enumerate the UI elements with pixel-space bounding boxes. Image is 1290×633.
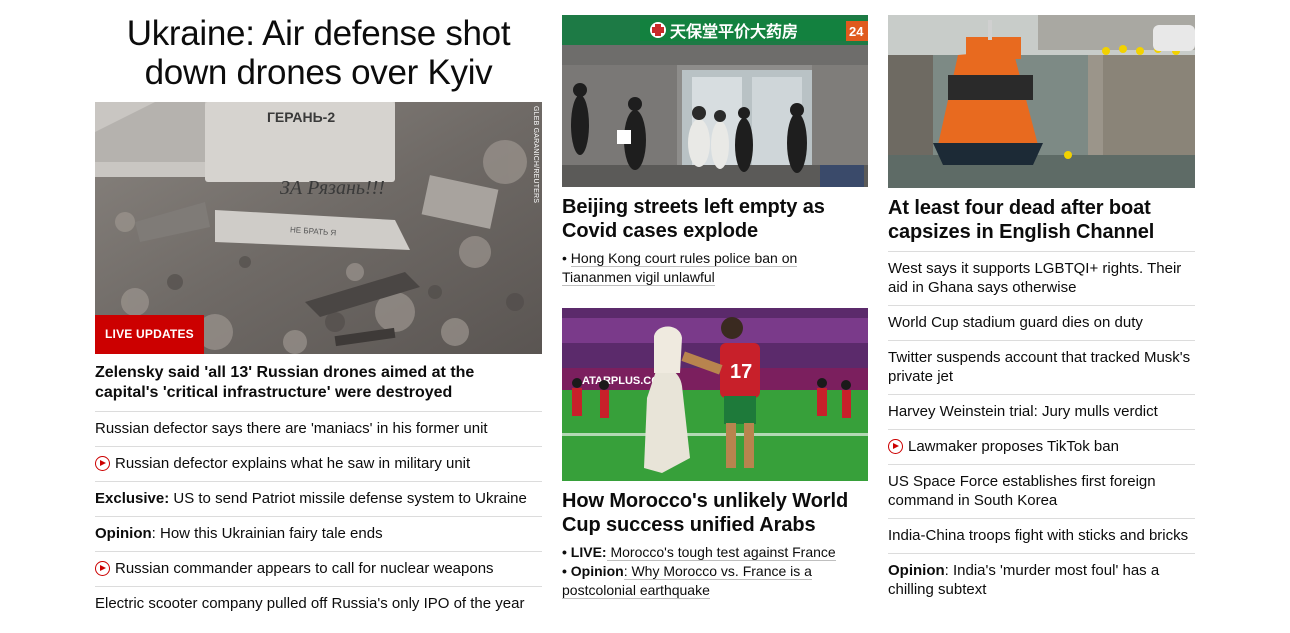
list-item[interactable]: Opinion: How this Ukrainian fairy tale e… xyxy=(95,517,542,552)
beijing-card: 天保堂平价大药房 24 Beijing streets left empty a… xyxy=(562,15,868,287)
list-item[interactable]: Lawmaker proposes TikTok ban xyxy=(888,430,1195,465)
link-text: Russian defector says there are 'maniacs… xyxy=(95,420,488,437)
link-text: : How this Ukrainian fairy tale ends xyxy=(151,525,383,542)
drone-marking-main: ЗА Рязань!!! xyxy=(280,177,385,199)
middle-column: 天保堂平价大药房 24 Beijing streets left empty a… xyxy=(562,0,868,599)
list-item[interactable]: Russian defector explains what he saw in… xyxy=(95,447,542,482)
link-text: Russian defector explains what he saw in… xyxy=(115,455,471,472)
link-text: Russian commander appears to call for nu… xyxy=(115,560,494,577)
drone-marking-top: ГЕРАНЬ-2 xyxy=(267,109,335,125)
play-circle-icon xyxy=(888,439,903,454)
boat-image[interactable] xyxy=(888,15,1195,188)
link-text: Morocco's tough test against France xyxy=(606,544,836,561)
lead-subhead[interactable]: Zelensky said 'all 13' Russian drones ai… xyxy=(95,363,542,412)
exclusive-label: Exclusive: xyxy=(95,490,170,507)
list-item[interactable]: Exclusive: US to send Patriot missile de… xyxy=(95,482,542,517)
list-item[interactable]: Electric scooter company pulled off Russ… xyxy=(95,587,542,621)
image-credit: GLEB GARANICH/REUTERS xyxy=(532,106,539,204)
link-text: India-China troops fight with sticks and… xyxy=(888,527,1189,544)
list-item[interactable]: Twitter suspends account that tracked Mu… xyxy=(888,341,1195,395)
boat-headline[interactable]: At least four dead after boat capsizes i… xyxy=(888,196,1195,252)
opinion-label: Opinion xyxy=(95,525,152,542)
link-text: Lawmaker proposes TikTok ban xyxy=(908,438,1119,455)
lead-headline[interactable]: Ukraine: Air defense shot down drones ov… xyxy=(95,14,542,92)
link-text: Hong Kong court rules police ban on Tian… xyxy=(562,250,798,286)
lead-story-column: Ukraine: Air defense shot down drones ov… xyxy=(95,0,542,621)
list-item[interactable]: US Space Force establishes first foreign… xyxy=(888,465,1195,519)
jersey-number: 17 xyxy=(730,361,752,383)
link-text: Harvey Weinstein trial: Jury mulls verdi… xyxy=(888,403,1158,420)
list-item[interactable]: Russian defector says there are 'maniacs… xyxy=(95,412,542,447)
sub-link[interactable]: • Hong Kong court rules police ban on Ti… xyxy=(562,249,868,287)
list-item[interactable]: West says it supports LGBTQI+ rights. Th… xyxy=(888,252,1195,306)
live-updates-badge[interactable]: LIVE UPDATES xyxy=(95,315,204,354)
boat-card: At least four dead after boat capsizes i… xyxy=(888,15,1195,607)
right-column: At least four dead after boat capsizes i… xyxy=(888,0,1195,607)
lead-related-list: Russian defector says there are 'maniacs… xyxy=(95,412,542,621)
beijing-links: • Hong Kong court rules police ban on Ti… xyxy=(562,249,868,287)
link-text: World Cup stadium guard dies on duty xyxy=(888,314,1143,331)
morocco-headline[interactable]: How Morocco's unlikely World Cup success… xyxy=(562,489,868,537)
morocco-card: ATARPLUS.COM 17 How Morocco's unlikely W… xyxy=(562,308,868,600)
opinion-label: Opinion xyxy=(888,562,945,579)
live-label: LIVE: xyxy=(570,544,607,560)
link-text: US to send Patriot missile defense syste… xyxy=(169,490,527,507)
link-text: US Space Force establishes first foreign… xyxy=(888,473,1156,509)
link-text: Electric scooter company pulled off Russ… xyxy=(95,595,525,612)
link-text: Twitter suspends account that tracked Mu… xyxy=(888,349,1191,385)
pharmacy-sign-text: 天保堂平价大药房 xyxy=(670,22,798,41)
play-circle-icon xyxy=(95,456,110,471)
lead-image[interactable]: ГЕРАНЬ-2 ЗА Рязань!!! НЕ БРАТЬ Я GLEB GA… xyxy=(95,102,542,354)
right-story-list: West says it supports LGBTQI+ rights. Th… xyxy=(888,252,1195,607)
list-item[interactable]: Harvey Weinstein trial: Jury mulls verdi… xyxy=(888,395,1195,430)
list-item[interactable]: World Cup stadium guard dies on duty xyxy=(888,306,1195,341)
lifeboat-harbor-photo xyxy=(888,15,1195,188)
list-item[interactable]: Russian commander appears to call for nu… xyxy=(95,552,542,587)
morocco-image[interactable]: ATARPLUS.COM 17 xyxy=(562,308,868,481)
play-circle-icon xyxy=(95,561,110,576)
sub-link[interactable]: • Opinion: Why Morocco vs. France is a p… xyxy=(562,562,868,600)
morocco-links: • LIVE: Morocco's tough test against Fra… xyxy=(562,543,868,600)
beijing-image[interactable]: 天保堂平价大药房 24 xyxy=(562,15,868,187)
pharmacy-sign-number: 24 xyxy=(849,24,864,39)
link-text: West says it supports LGBTQI+ rights. Th… xyxy=(888,260,1182,296)
list-item[interactable]: Opinion: India's 'murder most foul' has … xyxy=(888,554,1195,607)
opinion-label: Opinion xyxy=(570,563,624,579)
pharmacy-street-photo: 天保堂平价大药房 24 xyxy=(562,15,868,187)
world-cup-celebration-photo: ATARPLUS.COM 17 xyxy=(562,308,868,481)
beijing-headline[interactable]: Beijing streets left empty as Covid case… xyxy=(562,195,868,243)
list-item[interactable]: India-China troops fight with sticks and… xyxy=(888,519,1195,554)
sub-link[interactable]: • LIVE: Morocco's tough test against Fra… xyxy=(562,543,868,562)
